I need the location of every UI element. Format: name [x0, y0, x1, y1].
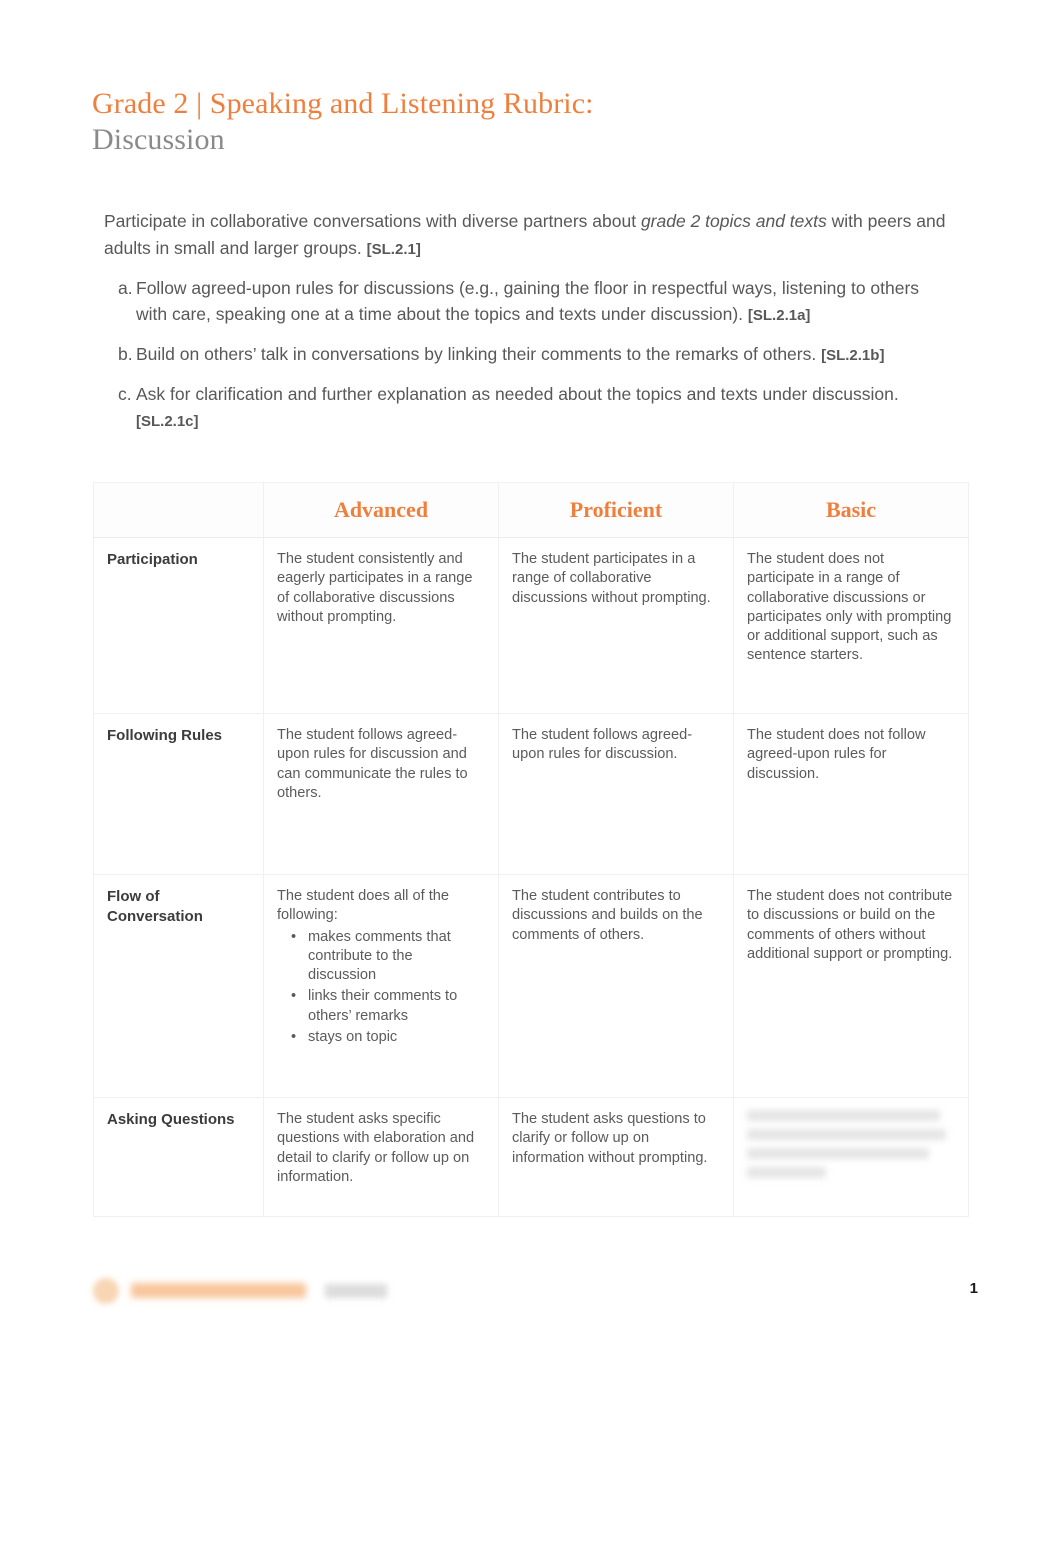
cell-proficient: The student contributes to discussions a… [498, 874, 734, 1098]
row-label-cell: Asking Questions [93, 1097, 264, 1217]
table-row: Following Rules The student follows agre… [93, 713, 969, 875]
list-item-body: Ask for clarification and further explan… [136, 384, 899, 404]
header-basic-label: Basic [825, 497, 877, 522]
table-row: Participation The student consistently a… [93, 537, 969, 714]
list-item-marker: c. [118, 384, 132, 404]
cell-text: The student consistently and eagerly par… [277, 551, 473, 625]
page-title-line-2: Discussion [92, 123, 225, 156]
header-proficient: Proficient [498, 482, 734, 538]
cell-advanced: The student asks specific questions with… [263, 1097, 499, 1217]
row-label: Flow of Conversation [107, 888, 203, 925]
cell-text-intro: The student does all of the following: [277, 888, 449, 924]
header-advanced: Advanced [263, 482, 499, 538]
footer-logo-icon [93, 1278, 119, 1304]
header-advanced-label: Advanced [333, 497, 429, 522]
page-title-line-1: Grade 2 | Speaking and Listening Rubric: [92, 87, 594, 120]
cell-basic: The student does not participate in a ra… [733, 537, 969, 714]
footer-meta-redacted [325, 1284, 387, 1298]
cell-text: The student does not follow agreed-upon … [747, 727, 926, 782]
redacted-line [747, 1110, 940, 1121]
row-label: Participation [107, 551, 198, 568]
cell-text: The student does not participate in a ra… [747, 551, 952, 664]
cell-text: The student asks specific questions with… [277, 1111, 475, 1185]
row-label-cell: Participation [93, 537, 264, 714]
list-item: a. Follow agreed-upon rules for discussi… [104, 275, 952, 329]
list-item-code: [SL.2.1b] [821, 347, 885, 364]
cell-bullet-list: makes comments that contribute to the di… [277, 928, 484, 1048]
cell-advanced: The student consistently and eagerly par… [263, 537, 499, 714]
list-item: c. Ask for clarification and further exp… [104, 381, 952, 435]
cell-text: The student asks questions to clarify or… [512, 1111, 708, 1166]
bullet-item: makes comments that contribute to the di… [289, 928, 484, 986]
rubric-table: Advanced Proficient Basic Participation … [93, 482, 969, 1217]
list-item: b. Build on others’ talk in conversation… [104, 341, 952, 369]
standard-sub-list: a. Follow agreed-upon rules for discussi… [104, 275, 952, 435]
cell-basic: The student does not follow agreed-upon … [733, 713, 969, 875]
list-item-code: [SL.2.1a] [747, 307, 811, 324]
list-item-body: Build on others’ talk in conversations b… [136, 344, 822, 364]
header-basic: Basic [733, 482, 969, 538]
cell-proficient: The student follows agreed-upon rules fo… [498, 713, 734, 875]
redacted-text-block [734, 1098, 968, 1196]
page-number: 1 [969, 1280, 978, 1297]
redacted-line [747, 1129, 946, 1140]
row-label-cell: Following Rules [93, 713, 264, 875]
cell-text: The student does not contribute to discu… [747, 888, 953, 962]
page-title: Grade 2 | Speaking and Listening Rubric:… [92, 86, 952, 158]
cell-advanced: The student does all of the following: m… [263, 874, 499, 1098]
header-proficient-label: Proficient [569, 497, 663, 522]
standard-block: Participate in collaborative conversatio… [104, 208, 952, 447]
bullet-item: stays on topic [289, 1028, 484, 1048]
cell-proficient: The student participates in a range of c… [498, 537, 734, 714]
redacted-line [747, 1148, 930, 1159]
cell-text: The student participates in a range of c… [512, 551, 711, 606]
bullet-item: links their comments to others’ remarks [289, 987, 484, 1026]
list-item-marker: a. [118, 278, 133, 298]
cell-text: The student contributes to discussions a… [512, 888, 703, 943]
cell-basic: The student does not contribute to discu… [733, 874, 969, 1098]
cell-advanced: The student follows agreed-upon rules fo… [263, 713, 499, 875]
page-footer: 1 [93, 1276, 978, 1310]
cell-text: The student follows agreed-upon rules fo… [277, 727, 468, 801]
cell-text: The student follows agreed-upon rules fo… [512, 727, 693, 763]
row-label: Asking Questions [107, 1111, 235, 1128]
redacted-line [747, 1167, 826, 1178]
list-item-marker: b. [118, 344, 133, 364]
list-item-text: Build on others’ talk in conversations b… [136, 341, 952, 369]
list-item-code: [SL.2.1c] [136, 413, 199, 430]
cell-proficient: The student asks questions to clarify or… [498, 1097, 734, 1217]
header-corner-cell [93, 482, 264, 538]
document-page: Grade 2 | Speaking and Listening Rubric:… [0, 0, 1062, 1541]
list-item-text: Ask for clarification and further explan… [136, 381, 952, 435]
table-row: Flow of Conversation The student does al… [93, 874, 969, 1098]
list-item-text: Follow agreed-upon rules for discussions… [136, 275, 952, 329]
standard-text-part-1: Participate in collaborative conversatio… [104, 211, 641, 231]
row-label: Following Rules [107, 727, 222, 744]
row-label-cell: Flow of Conversation [93, 874, 264, 1098]
table-row: Asking Questions The student asks specif… [93, 1097, 969, 1217]
cell-basic [733, 1097, 969, 1217]
standard-code: [SL.2.1] [366, 241, 421, 258]
footer-wordmark-redacted [131, 1283, 306, 1298]
table-header-row: Advanced Proficient Basic [93, 482, 969, 538]
standard-italic-phrase: grade 2 topics and texts [640, 211, 827, 231]
standard-main-text: Participate in collaborative conversatio… [104, 208, 952, 263]
